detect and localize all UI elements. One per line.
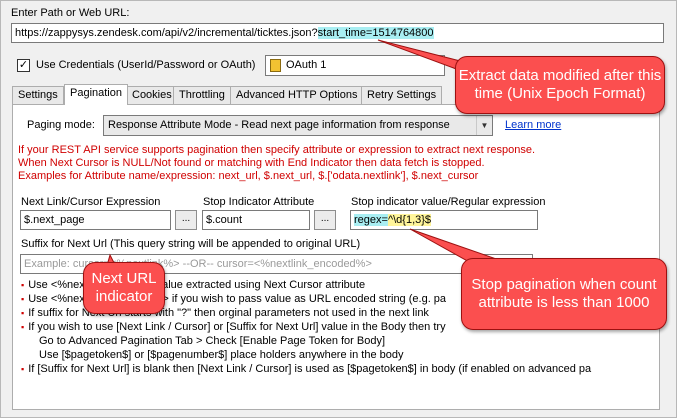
tab-pagination[interactable]: Pagination — [64, 84, 128, 105]
extract-time-callout: Extract data modified after this time (U… — [455, 56, 665, 114]
next-url-callout: Next URL indicator — [83, 262, 165, 314]
stop-pagination-callout: Stop pagination when count attribute is … — [461, 258, 667, 330]
